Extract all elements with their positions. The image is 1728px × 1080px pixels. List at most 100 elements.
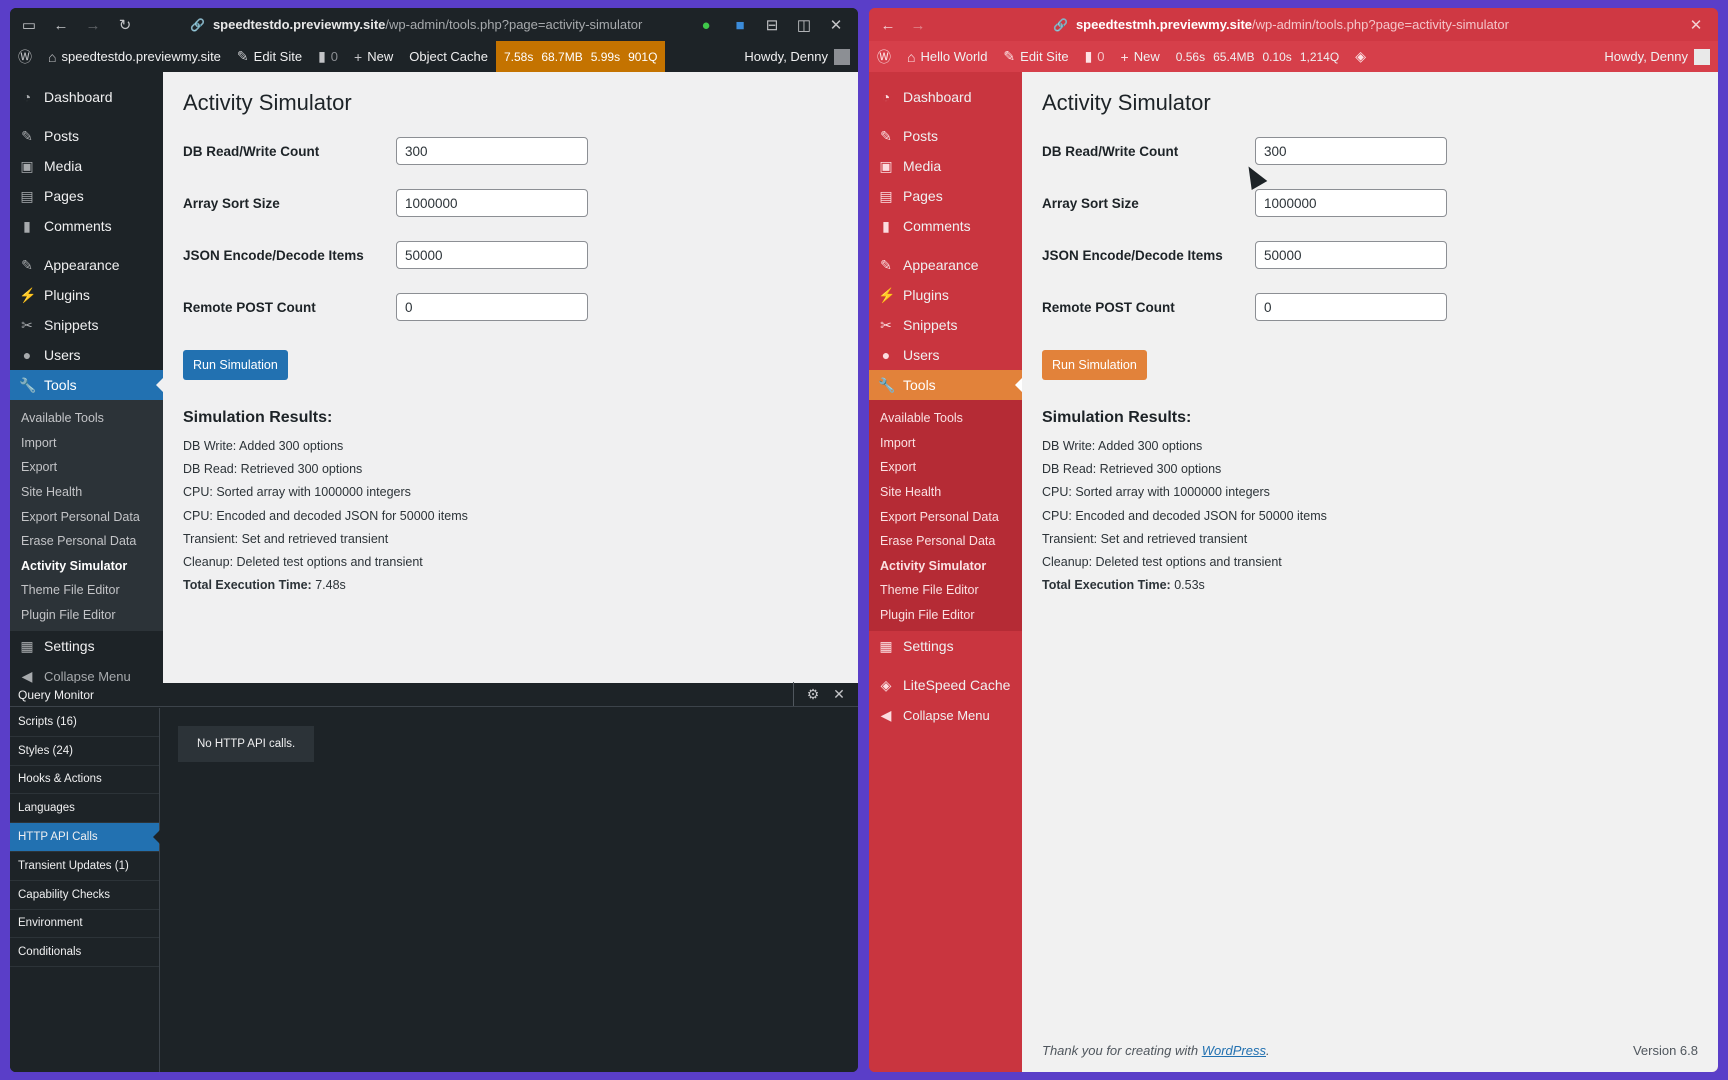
menu-posts[interactable]: ✎ Posts — [869, 121, 1022, 151]
litespeed-admin-link[interactable]: ◈ — [1347, 41, 1374, 72]
qm-nav-item[interactable]: Capability Checks — [10, 881, 159, 910]
sidebar-toggle-icon[interactable]: ▭ — [18, 14, 40, 36]
menu-settings[interactable]: ▦ Settings — [869, 631, 1022, 661]
submenu-plugin-file-editor[interactable]: Plugin File Editor — [869, 603, 1022, 628]
menu-posts[interactable]: ✎ Posts — [10, 121, 163, 151]
back-icon[interactable]: ← — [50, 14, 72, 36]
site-name-link[interactable]: ⌂ Hello World — [899, 41, 995, 72]
field-label: DB Read/Write Count — [183, 143, 320, 159]
submenu-site-health[interactable]: Site Health — [10, 480, 163, 505]
submenu-theme-file-editor[interactable]: Theme File Editor — [869, 578, 1022, 603]
submenu-export[interactable]: Export — [869, 455, 1022, 480]
edit-site-link[interactable]: ✎ Edit Site — [995, 41, 1076, 72]
submenu-export-personal-data[interactable]: Export Personal Data — [10, 504, 163, 529]
comments-link[interactable]: ▮ 0 — [1077, 41, 1113, 72]
gear-icon[interactable]: ⚙ — [802, 682, 824, 706]
menu-snippets[interactable]: ✂ Snippets — [10, 310, 163, 340]
address-bar[interactable]: 🔗 speedtestdo.previewmy.site/wp-admin/to… — [190, 8, 642, 41]
forward-icon[interactable]: → — [82, 14, 104, 36]
menu-plugins[interactable]: ⚡ Plugins — [10, 280, 163, 310]
qm-nav-item[interactable]: Scripts (16) — [10, 708, 159, 737]
menu-media[interactable]: ▣ Media — [10, 151, 163, 181]
submenu-activity-simulator[interactable]: Activity Simulator — [869, 554, 1022, 579]
close-icon[interactable]: ✕ — [828, 682, 850, 706]
collapse-menu-button[interactable]: ◀ Collapse Menu — [869, 700, 1022, 730]
menu-media[interactable]: ▣ Media — [869, 151, 1022, 181]
run-simulation-button[interactable]: Run Simulation — [183, 350, 288, 380]
qm-nav-item[interactable]: Hooks & Actions — [10, 766, 159, 795]
submenu-activity-simulator[interactable]: Activity Simulator — [10, 554, 163, 579]
user-icon: ● — [881, 347, 891, 363]
qm-nav-item[interactable]: Languages — [10, 794, 159, 824]
menu-pages[interactable]: ▤ Pages — [10, 181, 163, 211]
object-cache-link[interactable]: Object Cache — [401, 41, 496, 72]
query-monitor-stats[interactable]: 0.56s 65.4MB 0.10s 1,214Q — [1168, 41, 1347, 72]
howdy-label: Howdy, Denny — [1604, 49, 1688, 64]
array-size-input[interactable] — [1255, 189, 1447, 217]
my-account-link[interactable]: Howdy, Denny — [744, 41, 850, 72]
plugin-icon: ⚡ — [878, 286, 896, 303]
menu-snippets[interactable]: ✂ Snippets — [869, 310, 1022, 340]
db-count-input[interactable] — [1255, 137, 1447, 165]
qm-nav-item[interactable]: Styles (24) — [10, 737, 159, 766]
new-content-link[interactable]: + New — [1113, 41, 1168, 72]
json-items-input[interactable] — [396, 241, 588, 269]
json-items-input[interactable] — [1255, 241, 1447, 269]
close-window-icon[interactable]: ✕ — [1685, 14, 1707, 36]
site-name-link[interactable]: ⌂ speedtestdo.previewmy.site — [40, 41, 229, 72]
qm-nav-item[interactable]: Environment — [10, 910, 159, 939]
menu-dashboard[interactable]: ◔ Dashboard — [869, 82, 1022, 112]
split-view-icon[interactable]: ◫ — [793, 14, 815, 36]
my-account-link[interactable]: Howdy, Denny — [1604, 41, 1710, 72]
extension-play-icon[interactable]: ● — [695, 14, 717, 36]
reload-icon[interactable]: ↻ — [114, 14, 136, 36]
menu-comments[interactable]: ▮ Comments — [10, 211, 163, 241]
menu-users[interactable]: ● Users — [869, 340, 1022, 370]
run-simulation-button[interactable]: Run Simulation — [1042, 350, 1147, 380]
menu-comments[interactable]: ▮ Comments — [869, 211, 1022, 241]
submenu-export[interactable]: Export — [10, 455, 163, 480]
menu-dashboard[interactable]: ◔ Dashboard — [10, 82, 163, 112]
menu-plugins[interactable]: ⚡ Plugins — [869, 280, 1022, 310]
menu-users[interactable]: ● Users — [10, 340, 163, 370]
menu-pages[interactable]: ▤ Pages — [869, 181, 1022, 211]
submenu-export-personal-data[interactable]: Export Personal Data — [869, 504, 1022, 529]
menu-litespeed-cache[interactable]: ◈ LiteSpeed Cache — [869, 670, 1022, 700]
edit-site-link[interactable]: ✎ Edit Site — [229, 41, 310, 72]
admin-footer: Thank you for creating with WordPress. V… — [1042, 1043, 1698, 1058]
wordpress-link[interactable]: WordPress — [1202, 1043, 1266, 1058]
submenu-import[interactable]: Import — [10, 431, 163, 456]
submenu-erase-personal-data[interactable]: Erase Personal Data — [869, 529, 1022, 554]
submenu-erase-personal-data[interactable]: Erase Personal Data — [10, 529, 163, 554]
submenu-available-tools[interactable]: Available Tools — [869, 406, 1022, 431]
remote-post-input[interactable] — [1255, 293, 1447, 321]
query-monitor-stats[interactable]: 7.58s 68.7MB 5.99s 901Q — [496, 41, 666, 72]
submenu-plugin-file-editor[interactable]: Plugin File Editor — [10, 603, 163, 628]
db-count-input[interactable] — [396, 137, 588, 165]
qm-nav-item[interactable]: Transient Updates (1) — [10, 852, 159, 881]
menu-tools[interactable]: 🔧 Tools — [10, 370, 163, 400]
qm-nav-item-active[interactable]: HTTP API Calls — [10, 823, 160, 852]
menu-appearance[interactable]: ✎ Appearance — [10, 250, 163, 280]
submenu-available-tools[interactable]: Available Tools — [10, 406, 163, 431]
array-size-input[interactable] — [396, 189, 588, 217]
wp-logo-menu[interactable]: Ⓦ — [10, 41, 40, 72]
submenu-site-health[interactable]: Site Health — [869, 480, 1022, 505]
menu-settings[interactable]: ▦ Settings — [10, 631, 163, 661]
close-window-icon[interactable]: ✕ — [825, 14, 847, 36]
menu-tools[interactable]: 🔧 Tools — [869, 370, 1022, 400]
submenu-import[interactable]: Import — [869, 431, 1022, 456]
menu-appearance[interactable]: ✎ Appearance — [869, 250, 1022, 280]
wp-logo-menu[interactable]: Ⓦ — [869, 41, 899, 72]
forward-icon[interactable]: → — [907, 14, 929, 36]
plugin-icon: ⚡ — [19, 286, 37, 303]
comments-link[interactable]: ▮ 0 — [310, 41, 346, 72]
new-content-link[interactable]: + New — [346, 41, 401, 72]
remote-post-input[interactable] — [396, 293, 588, 321]
back-icon[interactable]: ← — [877, 14, 899, 36]
address-bar[interactable]: 🔗 speedtestmh.previewmy.site/wp-admin/to… — [1053, 8, 1509, 41]
submenu-theme-file-editor[interactable]: Theme File Editor — [10, 578, 163, 603]
extension-icon[interactable]: ⊟ — [761, 14, 783, 36]
qm-nav-item[interactable]: Conditionals — [10, 938, 159, 968]
extension-f-icon[interactable]: ■ — [729, 14, 751, 36]
